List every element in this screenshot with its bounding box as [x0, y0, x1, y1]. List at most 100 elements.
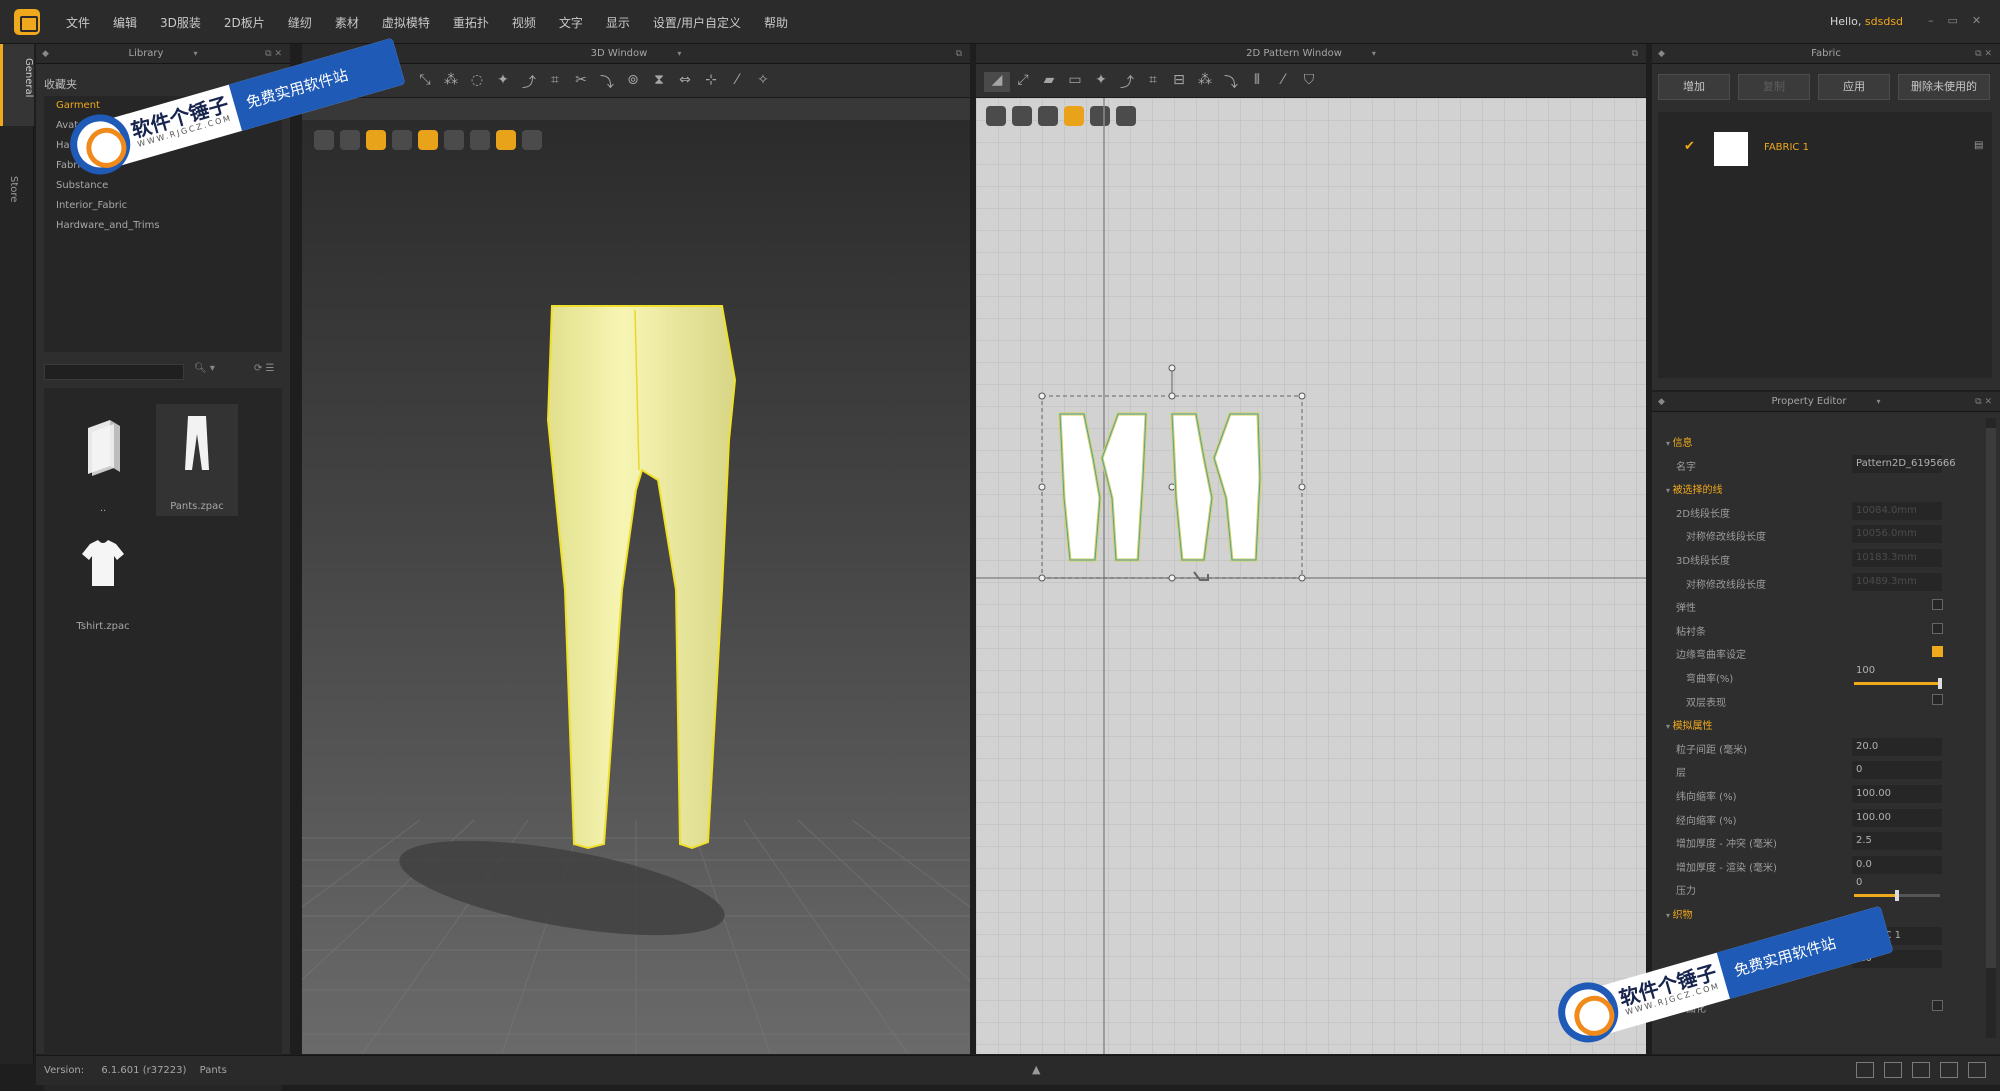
library-file-pants[interactable]: Pants.zpac [156, 404, 238, 516]
tab-general[interactable]: General [0, 44, 34, 126]
rectangle-icon[interactable]: ▭ [1062, 72, 1088, 92]
polygon-icon[interactable]: ▰ [1036, 72, 1062, 92]
button-tool-icon[interactable]: ⊚ [620, 72, 646, 92]
line-tool-icon[interactable]: ⁄ [1270, 72, 1296, 92]
panel-controls-icon[interactable]: ⧉ ✕ [1975, 44, 1992, 64]
menu-item[interactable]: 设置/用户自定义 [653, 14, 741, 31]
menu-item[interactable]: 重拓扑 [453, 14, 489, 31]
property-value-field[interactable]: 20.0 [1852, 737, 1942, 756]
library-search-input[interactable] [44, 364, 184, 380]
pleat-icon[interactable]: ⦀ [1244, 72, 1270, 92]
property-slider[interactable] [1854, 678, 1942, 689]
slider-knob[interactable] [1938, 678, 1942, 689]
fabric-list-item[interactable]: ✔ FABRIC 1 ▤ [1672, 128, 1983, 168]
pin-icon[interactable]: ◆ [42, 44, 49, 64]
property-value-field[interactable]: 0.0 [1852, 855, 1942, 874]
grid-icon[interactable]: ⌗ [542, 72, 568, 92]
menu-item[interactable]: 2D板片 [224, 14, 265, 31]
property-value-field[interactable]: 10084.0mm [1852, 501, 1942, 520]
transform-pattern-icon[interactable]: ⤢ [1010, 72, 1036, 92]
property-section[interactable]: 模拟属性 [1652, 713, 1982, 733]
pin-icon[interactable]: ◆ [1658, 392, 1665, 412]
copy-fabric-button[interactable]: 复制 [1738, 74, 1810, 100]
menu-item[interactable]: 文件 [66, 14, 90, 31]
add-fabric-button[interactable]: 增加 [1658, 74, 1730, 100]
property-section[interactable]: 被选择的线 [1652, 477, 1982, 497]
material-icon[interactable]: ▤ [1974, 140, 1983, 151]
stitch-icon[interactable]: ✂ [568, 72, 594, 92]
menu-item[interactable]: 文字 [559, 14, 583, 31]
layout-split-icon[interactable] [1884, 1062, 1902, 1078]
property-value-field[interactable]: 10183.3mm [1852, 549, 1942, 567]
minimize-button[interactable]: – [1928, 14, 1934, 27]
select-mesh-icon[interactable]: ⁂ [438, 72, 464, 92]
panel-controls-icon[interactable]: ⧉ ✕ [1975, 392, 1992, 412]
2d-viewport[interactable] [976, 98, 1646, 1054]
library-file-tshirt[interactable]: Tshirt.zpac [62, 524, 144, 636]
tab-store[interactable]: Store [8, 176, 19, 202]
app-logo-icon[interactable] [14, 9, 40, 35]
property-checkbox[interactable] [1932, 646, 1943, 658]
panel-float-icon[interactable]: ⧉ [1632, 44, 1638, 64]
property-value-field[interactable]: Pattern2D_6195666 [1852, 454, 1956, 473]
property-section[interactable]: 信息 [1652, 430, 1982, 450]
fold-icon[interactable]: ⤴ [516, 72, 542, 92]
select-shape-icon[interactable]: ◌ [464, 72, 490, 92]
library-file-folder-up[interactable]: .. [62, 406, 144, 518]
library-tree-item[interactable]: Interior_Fabric [44, 196, 282, 216]
menu-item[interactable]: 编辑 [113, 14, 137, 31]
user-name[interactable]: sdsdsd [1865, 15, 1903, 28]
property-scrollbar[interactable] [1986, 418, 1996, 1038]
close-button[interactable]: ✕ [1972, 14, 1981, 27]
property-value-field[interactable]: 10056.0mm [1852, 525, 1942, 544]
property-value-field[interactable]: 10489.3mm [1852, 572, 1942, 591]
search-icon[interactable]: 🔍︎ ▾ [194, 363, 215, 374]
property-value-field[interactable]: 0 [1852, 761, 1942, 780]
property-value-field[interactable]: 100 [1852, 662, 1942, 680]
layout-single-icon[interactable] [1856, 1062, 1874, 1078]
delete-unused-button[interactable]: 删除未使用的 [1898, 74, 1990, 100]
select-pattern-icon[interactable]: ◢ [984, 72, 1010, 92]
menu-item[interactable]: 显示 [606, 14, 630, 31]
property-checkbox[interactable] [1932, 599, 1943, 611]
menu-item[interactable]: 3D服装 [160, 14, 201, 31]
fold-icon[interactable]: ⤴ [1114, 72, 1140, 92]
tack-icon[interactable]: ⤵ [1218, 72, 1244, 92]
panel-float-icon[interactable]: ⧉ [956, 44, 962, 64]
pants-garment[interactable] [546, 305, 737, 850]
transform-icon[interactable]: ⤡ [412, 72, 438, 92]
grid-icon[interactable]: ⌗ [1140, 72, 1166, 92]
chevron-down-icon[interactable]: ▾ [677, 49, 681, 58]
pin-tool-icon[interactable]: ✦ [490, 72, 516, 92]
refresh-icon[interactable]: ⟳ ☰ [254, 363, 275, 374]
property-checkbox[interactable] [1932, 693, 1943, 705]
chevron-down-icon[interactable]: ▾ [1877, 397, 1881, 406]
move-icon[interactable]: ⊹ [698, 72, 724, 92]
expand-up-icon[interactable]: ▲ [1032, 1063, 1040, 1076]
layout-quad-icon[interactable] [1912, 1062, 1930, 1078]
property-checkbox[interactable] [1932, 622, 1943, 634]
measure-icon[interactable]: ⇔ [672, 72, 698, 92]
chevron-down-icon[interactable]: ▾ [1372, 49, 1376, 58]
maximize-button[interactable]: ▭ [1948, 14, 1958, 27]
property-value-field[interactable]: 100.00 [1852, 808, 1942, 827]
scrollbar-thumb[interactable] [1986, 428, 1996, 968]
slider-knob[interactable] [1895, 890, 1899, 902]
avatar-move-icon[interactable]: ✧ [750, 72, 776, 92]
dart-icon[interactable]: ⊟ [1166, 72, 1192, 92]
tack-icon[interactable]: ⤵ [594, 72, 620, 92]
internal-line-icon[interactable]: ✦ [1088, 72, 1114, 92]
property-checkbox[interactable] [1932, 1000, 1943, 1012]
chevron-down-icon[interactable]: ▾ [193, 49, 197, 58]
menu-item[interactable]: 缝纫 [288, 14, 312, 31]
library-tree-item[interactable]: Hardware_and_Trims [44, 216, 282, 236]
zipper-icon[interactable]: ⧗ [646, 72, 672, 92]
pin-icon[interactable]: ◆ [1658, 44, 1665, 64]
property-value-field[interactable]: 2.5 [1852, 832, 1942, 851]
3d-viewport[interactable] [302, 120, 970, 1054]
segment-sewing-icon[interactable]: ⁂ [1192, 72, 1218, 92]
menu-item[interactable]: 帮助 [764, 14, 788, 31]
line-tool-icon[interactable]: ⁄ [724, 72, 750, 92]
property-value-field[interactable]: 100.00 [1852, 785, 1942, 803]
layout-grid-icon[interactable] [1940, 1062, 1958, 1078]
